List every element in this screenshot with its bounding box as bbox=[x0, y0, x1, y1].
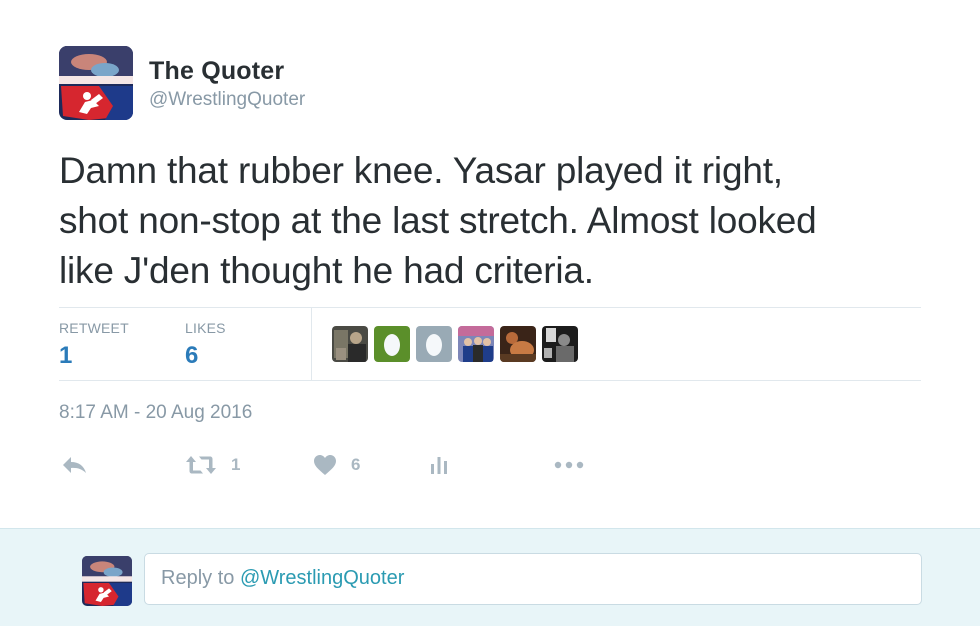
retweet-icon bbox=[186, 456, 216, 474]
stats-divider bbox=[311, 308, 312, 380]
egg-avatar-icon bbox=[374, 326, 410, 362]
liker-avatar[interactable] bbox=[500, 326, 536, 362]
reply-bar: Reply to @WrestlingQuoter bbox=[0, 528, 980, 626]
reply-button[interactable] bbox=[61, 448, 89, 482]
like-button[interactable]: 6 bbox=[313, 448, 360, 482]
likes-stat-label: LIKES bbox=[185, 320, 226, 336]
tweet-text-line: Damn that rubber knee. Yasar played it r… bbox=[59, 150, 783, 191]
liker-avatar[interactable] bbox=[542, 326, 578, 362]
current-user-avatar bbox=[82, 556, 132, 606]
retweet-button[interactable]: 1 bbox=[185, 448, 240, 482]
wrestling-logo-icon bbox=[82, 556, 132, 606]
author-names: The Quoter @WrestlingQuoter bbox=[149, 56, 305, 112]
liker-photo-icon bbox=[458, 326, 494, 362]
author-avatar[interactable] bbox=[59, 46, 133, 120]
liker-avatar[interactable] bbox=[416, 326, 452, 362]
liker-avatar[interactable] bbox=[332, 326, 368, 362]
tweet-actions: 1 6 bbox=[59, 448, 659, 482]
tweet-text: Damn that rubber knee. Yasar played it r… bbox=[59, 146, 939, 296]
reply-icon bbox=[63, 457, 86, 473]
reply-input[interactable]: Reply to @WrestlingQuoter bbox=[144, 553, 922, 605]
more-button[interactable] bbox=[553, 448, 585, 482]
reply-mention: @WrestlingQuoter bbox=[239, 567, 405, 589]
liker-avatar[interactable] bbox=[374, 326, 410, 362]
likers-list bbox=[332, 326, 578, 362]
retweet-stat[interactable]: RETWEET 1 bbox=[59, 320, 129, 370]
tweet-card: The Quoter @WrestlingQuoter Damn that ru… bbox=[0, 0, 980, 528]
more-icon bbox=[554, 461, 584, 469]
retweet-count: 1 bbox=[231, 455, 241, 474]
tweet-stats: RETWEET 1 LIKES 6 bbox=[59, 307, 921, 381]
wrestling-logo-icon bbox=[59, 46, 133, 120]
analytics-button[interactable] bbox=[429, 448, 449, 482]
retweet-stat-value: 1 bbox=[59, 342, 73, 369]
tweet-text-line: shot non-stop at the last stretch. Almos… bbox=[59, 200, 817, 241]
likes-stat-value: 6 bbox=[185, 342, 199, 369]
liker-avatar[interactable] bbox=[458, 326, 494, 362]
heart-icon bbox=[314, 455, 336, 475]
tweet-header: The Quoter @WrestlingQuoter bbox=[59, 46, 305, 120]
author-handle[interactable]: @WrestlingQuoter bbox=[149, 88, 305, 112]
tweet-text-line: like J'den thought he had criteria. bbox=[59, 250, 594, 291]
tweet-timestamp[interactable]: 8:17 AM - 20 Aug 2016 bbox=[59, 402, 252, 424]
like-count: 6 bbox=[351, 455, 361, 474]
retweet-stat-label: RETWEET bbox=[59, 320, 129, 336]
liker-photo-icon bbox=[542, 326, 578, 362]
egg-avatar-icon bbox=[416, 326, 452, 362]
analytics-icon bbox=[431, 457, 447, 474]
liker-photo-icon bbox=[500, 326, 536, 362]
likes-stat[interactable]: LIKES 6 bbox=[185, 320, 226, 370]
author-name[interactable]: The Quoter bbox=[149, 56, 305, 86]
reply-prefix: Reply to bbox=[161, 567, 240, 589]
liker-photo-icon bbox=[332, 326, 368, 362]
